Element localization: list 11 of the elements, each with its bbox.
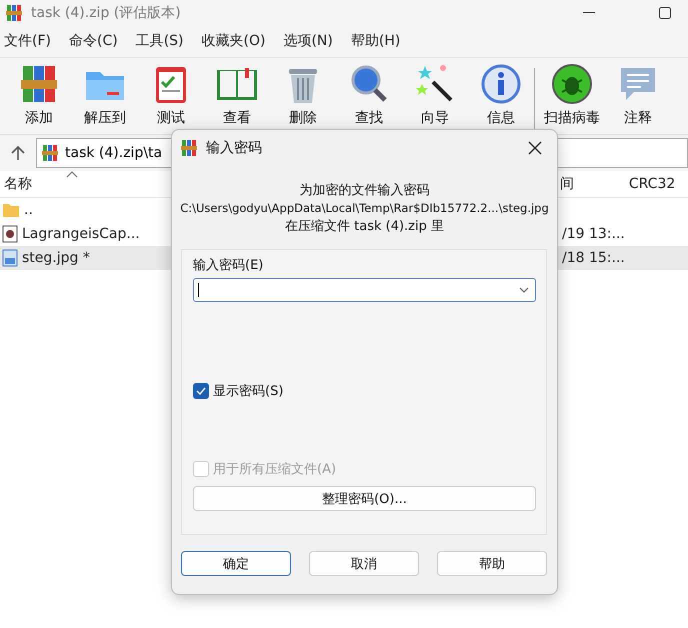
file-name: steg.jpg * [22, 250, 90, 266]
window-title: task (4).zip (评估版本) [31, 4, 182, 22]
dialog-title: 输入密码 [206, 139, 263, 157]
dialog-message: 在压缩文件 task (4).zip 里 [285, 218, 444, 235]
password-label: 输入密码(E) [193, 257, 264, 274]
dialog-message: C:\Users\godyu\AppData\Local\Temp\Rar$DIb15772.2...\steg.jpg [180, 201, 549, 215]
modified-cell: /19 13:... [562, 226, 625, 242]
dialog-message: 为加密的文件输入密码 [300, 182, 430, 199]
file-name: .. [24, 202, 33, 218]
modified-cell: /18 15:... [562, 250, 625, 266]
file-name: LagrangeisCap... [22, 226, 140, 242]
